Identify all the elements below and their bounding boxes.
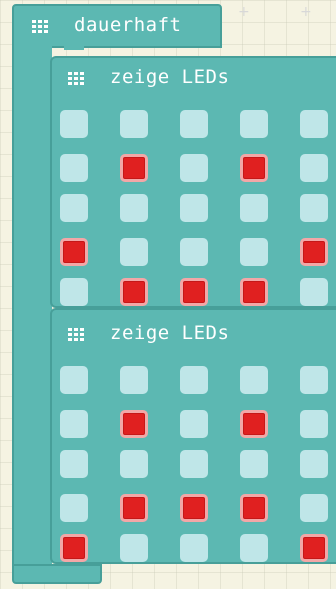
forever-block-body <box>12 44 52 574</box>
led-cell-r2-c2[interactable] <box>180 450 208 478</box>
led-cell-r0-c1[interactable] <box>120 366 148 394</box>
workspace-canvas[interactable]: + + dauerhaft zeige LEDs zeige LEDs <box>0 0 336 589</box>
led-grid-icon <box>68 328 84 341</box>
led-cell-r3-c4[interactable] <box>300 494 328 522</box>
led-cell-r1-c1[interactable] <box>120 410 148 438</box>
led-cell-r1-c2[interactable] <box>180 410 208 438</box>
show-leds-block-2[interactable]: zeige LEDs <box>50 308 336 564</box>
led-cell-r0-c2[interactable] <box>180 366 208 394</box>
led-cell-r3-c0[interactable] <box>60 494 88 522</box>
led-cell-r0-c3[interactable] <box>240 366 268 394</box>
led-cell-r0-c4[interactable] <box>300 366 328 394</box>
led-cell-r0-c1[interactable] <box>120 110 148 138</box>
led-cell-r2-c1[interactable] <box>120 194 148 222</box>
show-leds-block-1[interactable]: zeige LEDs <box>50 56 336 308</box>
led-cell-r4-c4[interactable] <box>300 534 328 562</box>
led-cell-r1-c4[interactable] <box>300 410 328 438</box>
led-cell-r1-c3[interactable] <box>240 410 268 438</box>
led-cell-r1-c4[interactable] <box>300 154 328 182</box>
led-cell-r4-c1[interactable] <box>120 534 148 562</box>
led-cell-r1-c0[interactable] <box>60 154 88 182</box>
led-cell-r3-c1[interactable] <box>120 494 148 522</box>
led-cell-r3-c4[interactable] <box>300 238 328 266</box>
led-cell-r0-c0[interactable] <box>60 366 88 394</box>
led-cell-r3-c2[interactable] <box>180 238 208 266</box>
led-cell-r2-c1[interactable] <box>120 450 148 478</box>
led-cell-r0-c4[interactable] <box>300 110 328 138</box>
led-cell-r2-c3[interactable] <box>240 194 268 222</box>
led-cell-r1-c1[interactable] <box>120 154 148 182</box>
led-cell-r2-c4[interactable] <box>300 450 328 478</box>
led-cell-r0-c2[interactable] <box>180 110 208 138</box>
led-cell-r4-c3[interactable] <box>240 278 268 306</box>
led-grid-icon <box>32 20 48 33</box>
led-cell-r4-c0[interactable] <box>60 534 88 562</box>
led-cell-r4-c0[interactable] <box>60 278 88 306</box>
led-cell-r2-c0[interactable] <box>60 194 88 222</box>
led-cell-r2-c2[interactable] <box>180 194 208 222</box>
led-cell-r2-c3[interactable] <box>240 450 268 478</box>
led-cell-r4-c2[interactable] <box>180 534 208 562</box>
led-cell-r2-c4[interactable] <box>300 194 328 222</box>
forever-label: dauerhaft <box>74 14 182 36</box>
led-cell-r0-c0[interactable] <box>60 110 88 138</box>
led-cell-r3-c1[interactable] <box>120 238 148 266</box>
show-leds-label: zeige LEDs <box>110 322 230 344</box>
forever-block-footer <box>12 564 102 584</box>
forever-block[interactable]: dauerhaft zeige LEDs zeige LEDs <box>12 4 336 584</box>
led-cell-r1-c2[interactable] <box>180 154 208 182</box>
led-cell-r3-c3[interactable] <box>240 494 268 522</box>
led-cell-r3-c0[interactable] <box>60 238 88 266</box>
led-cell-r3-c2[interactable] <box>180 494 208 522</box>
led-cell-r3-c3[interactable] <box>240 238 268 266</box>
led-cell-r4-c4[interactable] <box>300 278 328 306</box>
led-grid-icon <box>68 72 84 85</box>
forever-block-header[interactable]: dauerhaft <box>12 4 222 48</box>
led-cell-r1-c0[interactable] <box>60 410 88 438</box>
led-cell-r4-c2[interactable] <box>180 278 208 306</box>
led-cell-r1-c3[interactable] <box>240 154 268 182</box>
led-cell-r0-c3[interactable] <box>240 110 268 138</box>
forever-notch <box>64 44 84 50</box>
led-cell-r2-c0[interactable] <box>60 450 88 478</box>
led-cell-r4-c3[interactable] <box>240 534 268 562</box>
show-leds-label: zeige LEDs <box>110 66 230 88</box>
led-cell-r4-c1[interactable] <box>120 278 148 306</box>
